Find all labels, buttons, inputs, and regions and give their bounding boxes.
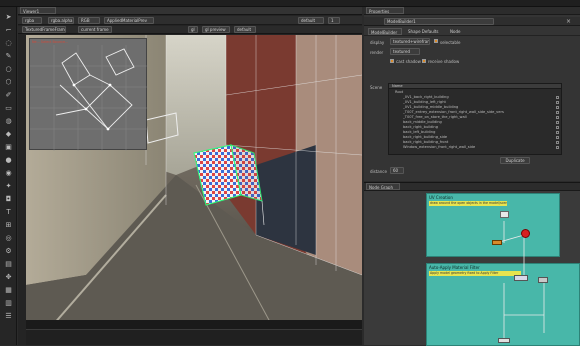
node-material[interactable] [538,277,548,283]
display-dropdown[interactable]: textured+wireframe [390,38,430,45]
blur-icon[interactable]: ◍ [4,117,13,126]
cast-shadow-label: cast shadow [396,59,421,64]
node-icon[interactable]: ⊞ [4,221,13,230]
lut-dropdown[interactable]: default [298,17,324,24]
frame-mode-dropdown[interactable]: TexturedFrameFrame [22,26,66,33]
tree-row[interactable]: _T00T_free_on_store_the_right_wall [389,115,561,119]
node-graph-panel: Node Graph UV Creation draw around the o… [364,182,580,346]
viewer-panel: Viewer1 rgba rgba.alpha RGB AppliedMater… [18,7,362,345]
properties-tab[interactable]: Properties [366,7,404,14]
tab-modelbuilder[interactable]: ModelBuilder [368,28,402,35]
brush-icon[interactable]: ✎ [4,52,13,61]
left-toolbar: ➤ ⌐ ◌ ✎ ○ ⬡ ✐ ▭ ◍ ◆ ▣ ● ◉ ✦ ◘ T ⊞ ◎ ⚙ ▤ … [0,7,17,345]
ortho-inset[interactable]: Ne... Select Bounce... [29,38,148,151]
tree-row[interactable]: back_right_building_front [389,140,561,144]
node-output[interactable] [498,338,510,343]
tree-row[interactable]: back_right_building [389,125,561,129]
material-dropdown[interactable]: AppliedMaterialPrev [104,17,154,24]
tab-node[interactable]: Node [448,28,464,35]
node-read[interactable] [500,211,509,218]
lasso-icon[interactable]: ◌ [4,39,13,48]
distance-field[interactable]: 60 [390,167,404,174]
close-icon[interactable]: × [564,17,573,26]
distance-label: distance [370,169,387,174]
viewer-tab-bar: Viewer1 [18,7,362,15]
tree-row-root[interactable]: Root [389,90,561,94]
sphere-icon[interactable]: ◉ [4,169,13,178]
selectable-label: selectable [440,40,461,45]
camera-icon[interactable]: ◘ [4,195,13,204]
cube-icon[interactable]: ▣ [4,143,13,152]
display-label: display [370,40,385,45]
viewer-timeline[interactable] [26,329,362,345]
node-blue[interactable] [514,275,528,281]
tree-row[interactable]: back_left_building [389,130,561,134]
channel-dropdown[interactable]: rgba [22,17,42,24]
node-wires [495,221,545,341]
scene-tree-header: Name [389,84,561,89]
grid-icon[interactable]: ▦ [4,286,13,295]
menu-bar [0,0,580,7]
default-dropdown[interactable]: default [234,26,256,33]
alpha-dropdown[interactable]: rgba.alpha [48,17,74,24]
gear-icon[interactable]: ⚙ [4,247,13,256]
render-label: render [370,50,384,55]
selectable-checkbox[interactable] [434,39,438,43]
transform-icon[interactable]: ✥ [4,273,13,282]
cast-shadow-checkbox[interactable] [390,59,394,63]
sliders-icon[interactable]: ☰ [4,312,13,321]
viewer-subbar: TexturedFrameFrame current frame gl gl p… [18,26,362,34]
properties-tab-bar: Properties [364,7,580,15]
viewer-tab[interactable]: Viewer1 [20,7,56,14]
tab-shape-defaults[interactable]: Shape Defaults [406,28,444,35]
sharpen-icon[interactable]: ◆ [4,130,13,139]
receive-shadow-label: receive shadow [428,59,460,64]
inset-label: Ne... Select Bounce... [32,40,69,44]
tree-row[interactable]: _0V1_back_right_building [389,95,561,99]
card-icon[interactable]: ▤ [4,260,13,269]
film-icon[interactable]: ▥ [4,299,13,308]
properties-tabs: ModelBuilder Shape Defaults Node [364,27,580,36]
text-icon[interactable]: T [4,208,13,217]
receive-shadow-checkbox[interactable] [422,59,426,63]
render-dropdown[interactable]: textured [390,48,420,55]
tree-row[interactable]: _T00T_entrey_extension_front_right_wall_… [389,110,561,114]
gl-toggle[interactable]: gl [188,26,198,33]
tree-row[interactable]: back_right_building_side [389,135,561,139]
crop-icon[interactable]: ⌐ [4,26,13,35]
gl-preview-dropdown[interactable]: gl preview [202,26,230,33]
dot-icon[interactable]: ● [4,156,13,165]
paint-icon[interactable]: ✐ [4,91,13,100]
node-dot-red[interactable] [521,229,530,238]
eraser-icon[interactable]: ▭ [4,104,13,113]
circle-icon[interactable]: ○ [4,65,13,74]
current-frame-dropdown[interactable]: current frame [78,26,112,33]
tree-row[interactable]: _0V1_building_middle_building [389,105,561,109]
properties-panel: Properties ModelBuilder1 × ModelBuilder … [364,7,580,181]
properties-header: ModelBuilder1 × [364,17,580,26]
node-name-field[interactable]: ModelBuilder1 [384,18,494,25]
tree-row[interactable]: Window_extension_front_right_wall_side [389,145,561,149]
zoom-field[interactable]: 1 [328,17,340,24]
node-orange[interactable] [492,240,502,245]
tree-row[interactable]: back_middle_building [389,120,561,124]
scene-tree[interactable]: Name Root _0V1_back_right_building _0V1_… [388,83,562,155]
light-icon[interactable]: ✦ [4,182,13,191]
arrow-icon[interactable]: ➤ [4,13,13,22]
scene-label: Scene [370,85,383,90]
colorspace-dropdown[interactable]: RGB [78,17,100,24]
globe-icon[interactable]: ◎ [4,234,13,243]
duplicate-button[interactable]: Duplicate [500,157,530,164]
tree-row[interactable]: _0V1_building_left_right [389,100,561,104]
hex-icon[interactable]: ⬡ [4,78,13,87]
viewer-toolbar: rgba rgba.alpha RGB AppliedMaterialPrev … [18,16,362,25]
inset-wire [30,45,148,151]
